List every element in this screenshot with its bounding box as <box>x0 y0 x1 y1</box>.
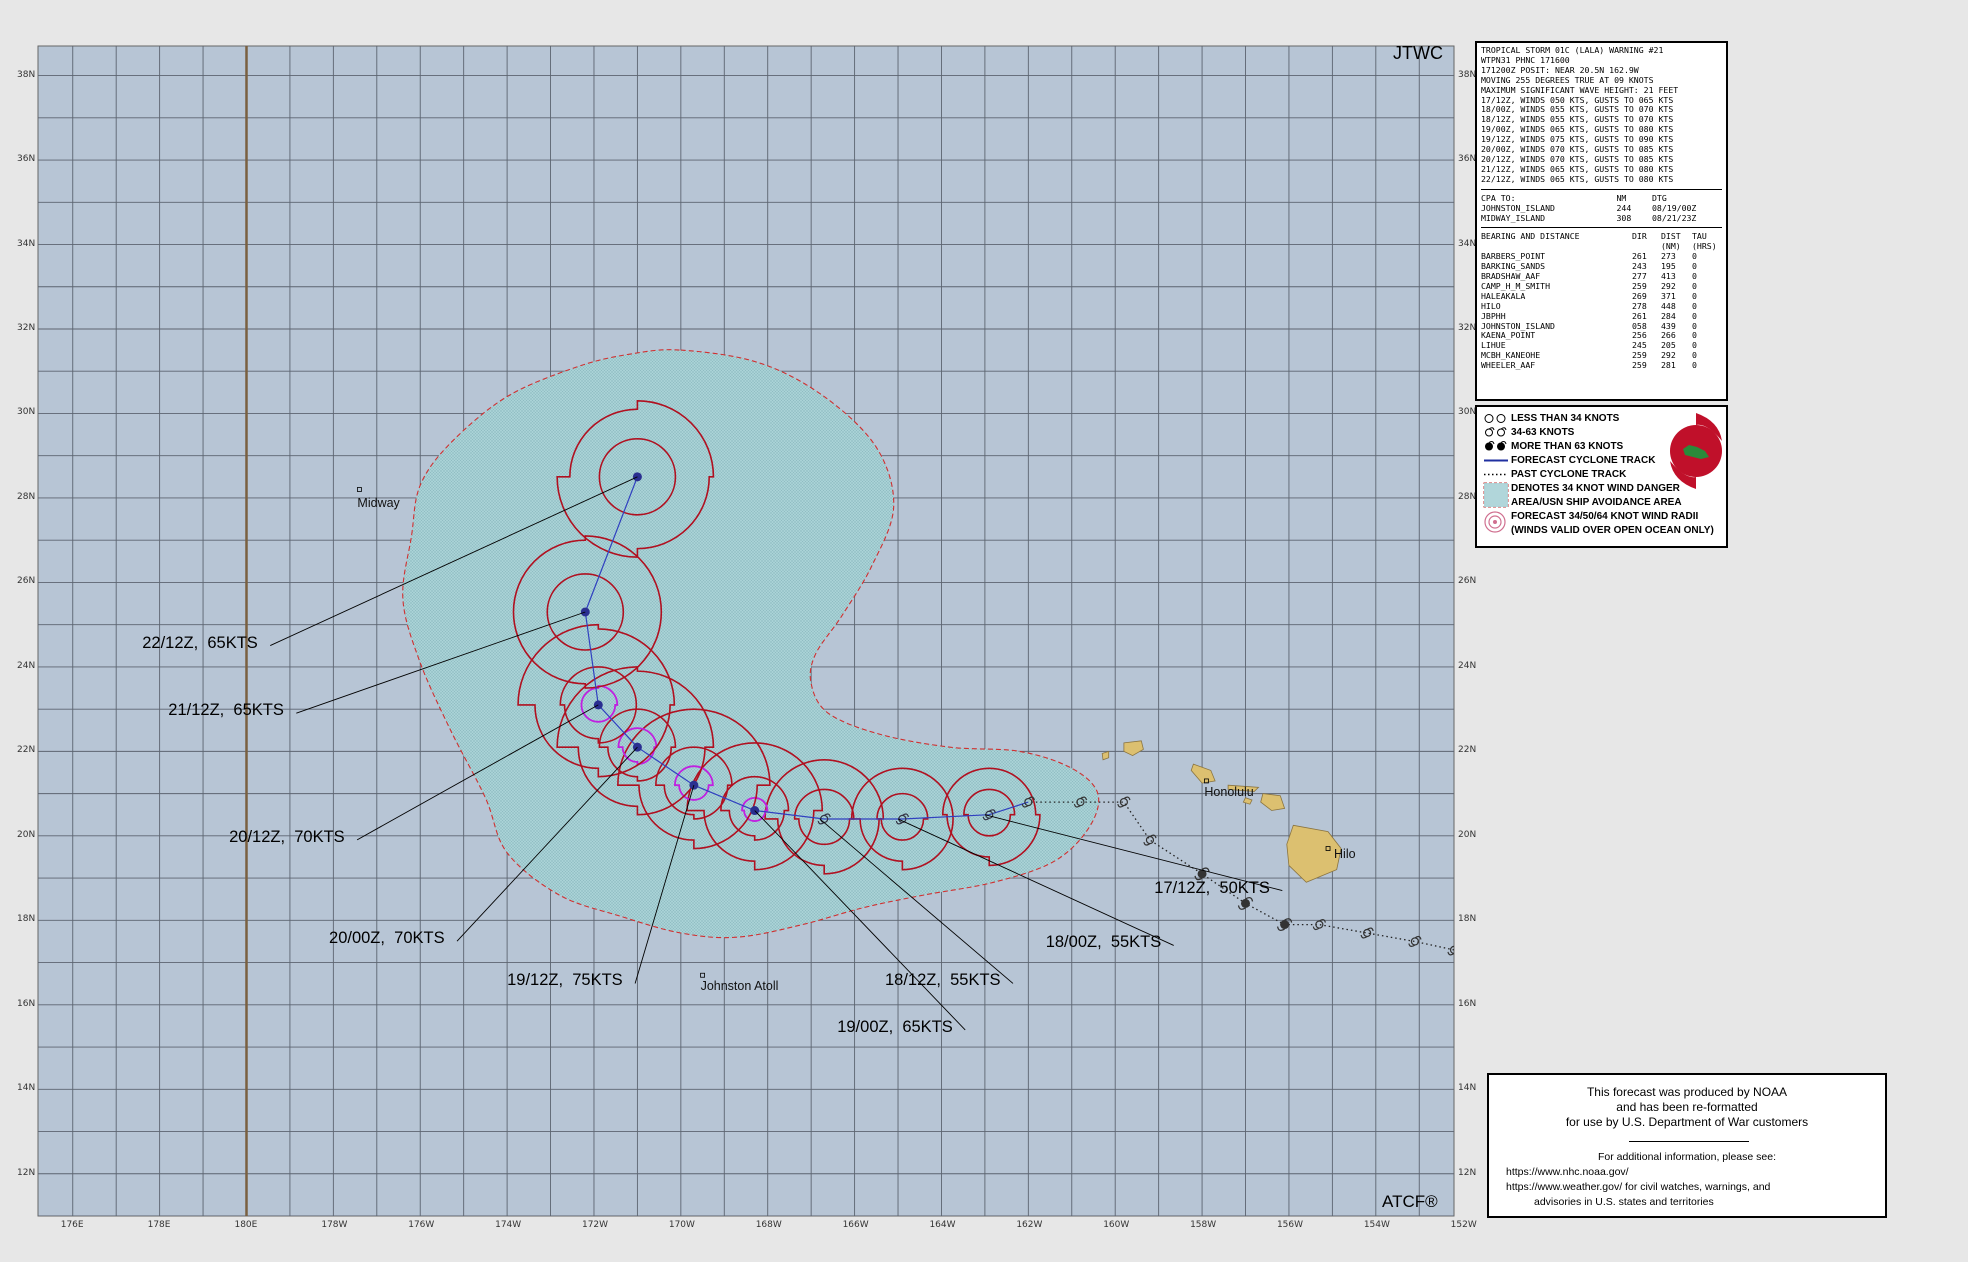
legend-label: (WINDS VALID OVER OPEN OCEAN ONLY) <box>1511 524 1714 536</box>
warning-text-box: TROPICAL STORM 01C (LALA) WARNING #21 WTP… <box>1475 41 1728 401</box>
filled-cyclone-icon <box>1485 440 1507 450</box>
bearing-row: KAENA_POINT 256 266 0 <box>1481 330 1697 341</box>
notice-line-6[interactable]: https://www.weather.gov/ for civil watch… <box>1506 1181 1770 1193</box>
forecast-label: 18/12Z, 55KTS <box>884 971 1001 990</box>
lon-tick-label: 178E <box>147 1220 171 1230</box>
legend-label: DENOTES 34 KNOT WIND DANGER <box>1511 482 1680 494</box>
legend-label: AREA/USN SHIP AVOIDANCE AREA <box>1511 496 1682 508</box>
lat-tick-label-right: 26N <box>1458 576 1477 587</box>
cpa-row: MIDWAY_ISLAND 308 08/21/23Z <box>1481 212 1697 223</box>
place-label: Honolulu <box>1204 784 1254 799</box>
bearing-row: HALEAKALA 269 371 0 <box>1481 290 1697 301</box>
notice-line-4: For additional information, please see: <box>1597 1151 1777 1163</box>
notice-line-7: advisories in U.S. states and territorie… <box>1534 1196 1714 1208</box>
cpa-row: JOHNSTON_ISLAND 244 08/19/00Z <box>1481 202 1697 213</box>
open-cyclone-icon <box>1484 413 1506 423</box>
legend-label: MORE THAN 63 KNOTS <box>1511 440 1624 452</box>
lon-tick-label: 164W <box>929 1220 956 1230</box>
dotted-line-icon <box>1484 473 1508 475</box>
agency-mark: JTWC <box>1393 43 1443 63</box>
lon-tick-label: 180E <box>234 1220 258 1230</box>
lat-tick-label-left: 18N <box>17 914 36 925</box>
lat-tick-label-left: 12N <box>17 1167 36 1178</box>
lon-tick-label: 152W <box>1450 1220 1477 1230</box>
lat-tick-label-right: 12N <box>1458 1167 1477 1178</box>
lon-tick-label: 156W <box>1276 1220 1304 1230</box>
lat-tick-label-left: 30N <box>17 407 36 418</box>
notice-line-5[interactable]: https://www.nhc.noaa.gov/ <box>1506 1166 1629 1178</box>
place-label: Hilo <box>1334 846 1356 861</box>
legend-label: FORECAST CYCLONE TRACK <box>1511 454 1656 466</box>
lat-tick-label-left: 24N <box>17 660 36 671</box>
legend-label: FORECAST 34/50/64 KNOT WIND RADII <box>1511 510 1699 522</box>
lon-tick-label: 158W <box>1190 1220 1217 1230</box>
seal-logo-icon <box>1670 413 1722 489</box>
lon-tick-label: 176W <box>408 1220 435 1230</box>
lon-tick-label: 162W <box>1016 1220 1043 1230</box>
lat-tick-label-left: 34N <box>17 238 36 249</box>
lat-tick-label-left: 36N <box>17 154 36 165</box>
lat-tick-label-left: 28N <box>17 491 36 502</box>
lat-tick-label-right: 16N <box>1458 998 1477 1009</box>
forecast-label: 20/12Z, 70KTS <box>229 827 345 846</box>
warning-line: 22/12Z, WINDS 065 KTS, GUSTS TO 080 KTS <box>1481 173 1674 184</box>
lat-tick-label-right: 30N <box>1458 407 1477 418</box>
place-label: Johnston Atoll <box>700 979 779 994</box>
lon-tick-label: 166W <box>842 1220 869 1230</box>
legend-item: FORECAST 34/50/64 KNOT WIND RADII <box>1483 509 1720 533</box>
lat-tick-label-left: 16N <box>17 998 36 1009</box>
lat-tick-label-left: 26N <box>17 576 36 587</box>
forecast-label: 20/00Z, 70KTS <box>329 929 445 948</box>
legend-label: LESS THAN 34 KNOTS <box>1511 412 1620 424</box>
lon-tick-label: 178W <box>321 1220 348 1230</box>
notice-line-2: and has been re-formatted <box>1616 1100 1758 1114</box>
legend-item: AREA/USN SHIP AVOIDANCE AREA <box>1483 495 1720 509</box>
lat-tick-label-right: 14N <box>1458 1083 1477 1094</box>
solid-line-icon <box>1484 459 1508 461</box>
lat-tick-label-right: 34N <box>1458 238 1477 249</box>
lat-tick-label-left: 32N <box>17 322 36 333</box>
bearing-row: HILO 278 448 0 <box>1481 300 1697 311</box>
legend-label: 34-63 KNOTS <box>1511 426 1575 438</box>
lat-tick-label-right: 24N <box>1458 660 1477 671</box>
forecast-label: 19/00Z, 65KTS <box>837 1017 953 1036</box>
legend-label: PAST CYCLONE TRACK <box>1511 468 1627 480</box>
lat-tick-label-right: 36N <box>1458 154 1477 165</box>
forecast-label: 18/00Z, 55KTS <box>1045 933 1162 952</box>
lon-tick-label: 154W <box>1363 1220 1390 1230</box>
lat-tick-label-right: 20N <box>1458 829 1477 840</box>
lon-tick-label: 160W <box>1103 1220 1130 1230</box>
forecast-label: 22/12Z, 65KTS <box>142 633 258 652</box>
lon-tick-label: 174W <box>495 1220 522 1230</box>
noaa-notice: This forecast was produced by NOAA and h… <box>1487 1073 1887 1218</box>
place-label: Midway <box>357 495 400 510</box>
half-cyclone-icon <box>1485 426 1507 436</box>
atcf-mark: ATCF® <box>1382 1192 1438 1211</box>
blank-icon <box>1483 524 1509 537</box>
bearing-row: WHEELER_AAF 259 281 0 <box>1481 360 1697 371</box>
forecast-label: 17/12Z, 50KTS <box>1154 878 1270 897</box>
lat-tick-label-right: 22N <box>1458 745 1477 756</box>
lat-tick-label-left: 14N <box>17 1083 36 1094</box>
lat-tick-label-right: 28N <box>1458 491 1477 502</box>
forecast-label: 21/12Z, 65KTS <box>168 701 284 720</box>
forecast-label: 19/12Z, 75KTS <box>507 971 623 990</box>
lat-tick-label-left: 20N <box>17 829 36 840</box>
lat-tick-label-right: 38N <box>1458 69 1477 80</box>
notice-line-3: for use by U.S. Department of War custom… <box>1565 1115 1809 1129</box>
lat-tick-label-left: 38N <box>17 69 36 80</box>
lat-tick-label-right: 32N <box>1458 322 1477 333</box>
notice-divider <box>1629 1141 1749 1142</box>
lon-tick-label: 176E <box>60 1220 84 1230</box>
legend-item: (WINDS VALID OVER OPEN OCEAN ONLY) <box>1483 523 1720 537</box>
notice-line-1: This forecast was produced by NOAA <box>1586 1085 1788 1099</box>
map-legend: LESS THAN 34 KNOTS 34-63 KNOTS MORE THAN 6… <box>1475 405 1728 548</box>
blank-icon <box>1483 496 1509 509</box>
lat-tick-label-left: 22N <box>17 745 36 756</box>
lon-tick-label: 172W <box>581 1220 609 1230</box>
lon-tick-label: 168W <box>755 1220 782 1230</box>
bd-header: BEARING AND DISTANCE DIR DIST TAU <box>1481 231 1707 242</box>
lat-tick-label-right: 18N <box>1458 914 1477 925</box>
lon-tick-label: 170W <box>668 1220 695 1230</box>
